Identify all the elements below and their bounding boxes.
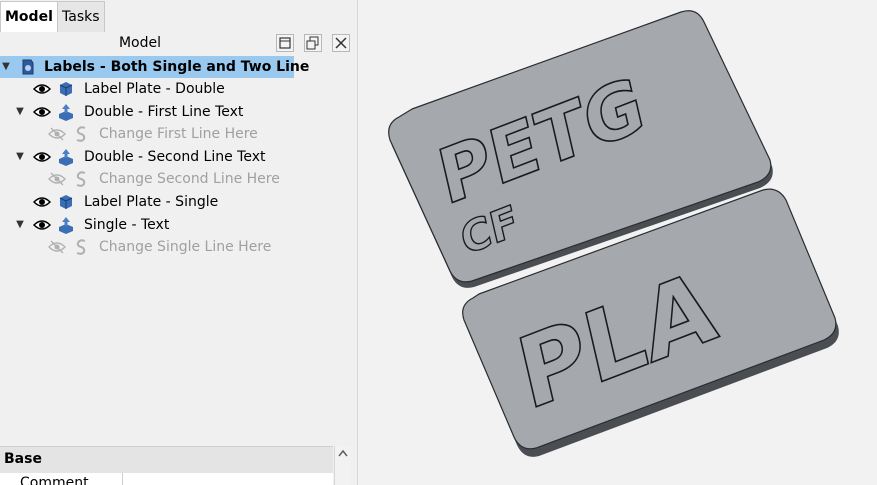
tree-item-single-text[interactable]: ▼ Single - Text: [0, 214, 340, 236]
chevron-down-icon[interactable]: ▼: [14, 146, 26, 168]
close-button[interactable]: [332, 34, 350, 52]
panel-title: Model: [118, 35, 162, 51]
shapestring-icon: [76, 126, 86, 142]
tree-item-label: Change Single Line Here: [99, 239, 272, 255]
property-row[interactable]: Comment: [0, 473, 333, 485]
eye-hidden-icon[interactable]: [48, 240, 66, 254]
document-icon: [22, 59, 34, 75]
cube-icon: [59, 82, 73, 96]
float-button[interactable]: [304, 34, 322, 52]
tree-item-double-first-line[interactable]: ▼ Double - First Line Text: [0, 101, 340, 123]
tree-item-change-first-line[interactable]: Change First Line Here: [0, 123, 340, 145]
model-header: Model: [0, 33, 357, 55]
shapestring-icon: [76, 171, 86, 187]
close-icon: [335, 37, 347, 49]
property-panel: Base Comment: [0, 446, 357, 485]
eye-hidden-icon[interactable]: [48, 172, 66, 186]
extrude-icon: [59, 217, 73, 234]
3d-scene[interactable]: PETG CF PLA: [358, 0, 877, 485]
eye-hidden-icon[interactable]: [48, 127, 66, 141]
scroll-up-icon[interactable]: [335, 446, 351, 460]
chevron-down-icon[interactable]: ▼: [14, 101, 26, 123]
scrollbar[interactable]: [334, 446, 351, 485]
column-divider: [122, 473, 123, 485]
property-group-header[interactable]: Base: [0, 446, 333, 474]
tree-item-label: Label Plate - Double: [84, 81, 225, 97]
property-name: Comment: [20, 475, 89, 485]
chevron-down-icon[interactable]: ▼: [14, 214, 26, 236]
eye-icon[interactable]: [33, 150, 51, 164]
restore-button[interactable]: [276, 34, 294, 52]
tree-item-root[interactable]: ▼ Labels - Both Single and Two Line: [0, 56, 309, 78]
eye-icon[interactable]: [33, 218, 51, 232]
tree-item-label-plate-double[interactable]: Label Plate - Double: [0, 78, 340, 100]
model-panel: Model Tasks Model ▼ Labels - Both Single…: [0, 0, 358, 485]
tree-item-label: Labels - Both Single and Two Line: [44, 59, 310, 75]
3d-viewport[interactable]: PETG CF PLA: [358, 0, 877, 485]
tab-model[interactable]: Model: [0, 1, 58, 32]
property-group-label: Base: [4, 451, 42, 467]
tree-item-label: Label Plate - Single: [84, 194, 219, 210]
tab-tasks[interactable]: Tasks: [57, 1, 105, 32]
eye-icon[interactable]: [33, 195, 51, 209]
extrude-icon: [59, 149, 73, 166]
tree-item-label-plate-single[interactable]: Label Plate - Single: [0, 191, 340, 213]
tree-item-label: Single - Text: [84, 217, 170, 233]
eye-icon[interactable]: [33, 82, 51, 96]
tree-item-label: Double - Second Line Text: [84, 149, 266, 165]
eye-icon[interactable]: [33, 105, 51, 119]
tree-item-label: Double - First Line Text: [84, 104, 244, 120]
restore-icon: [279, 37, 291, 49]
cube-icon: [59, 195, 73, 209]
tree-item-double-second-line[interactable]: ▼ Double - Second Line Text: [0, 146, 340, 168]
extrude-icon: [59, 104, 73, 121]
tree-item-label: Change Second Line Here: [99, 171, 280, 187]
tab-bar: Model Tasks: [0, 0, 357, 33]
chevron-down-icon[interactable]: ▼: [0, 56, 12, 78]
tree-item-change-single-line[interactable]: Change Single Line Here: [0, 236, 340, 258]
float-icon: [306, 36, 319, 50]
tree-item-change-second-line[interactable]: Change Second Line Here: [0, 168, 340, 190]
shapestring-icon: [76, 239, 86, 255]
tree-item-label: Change First Line Here: [99, 126, 258, 142]
